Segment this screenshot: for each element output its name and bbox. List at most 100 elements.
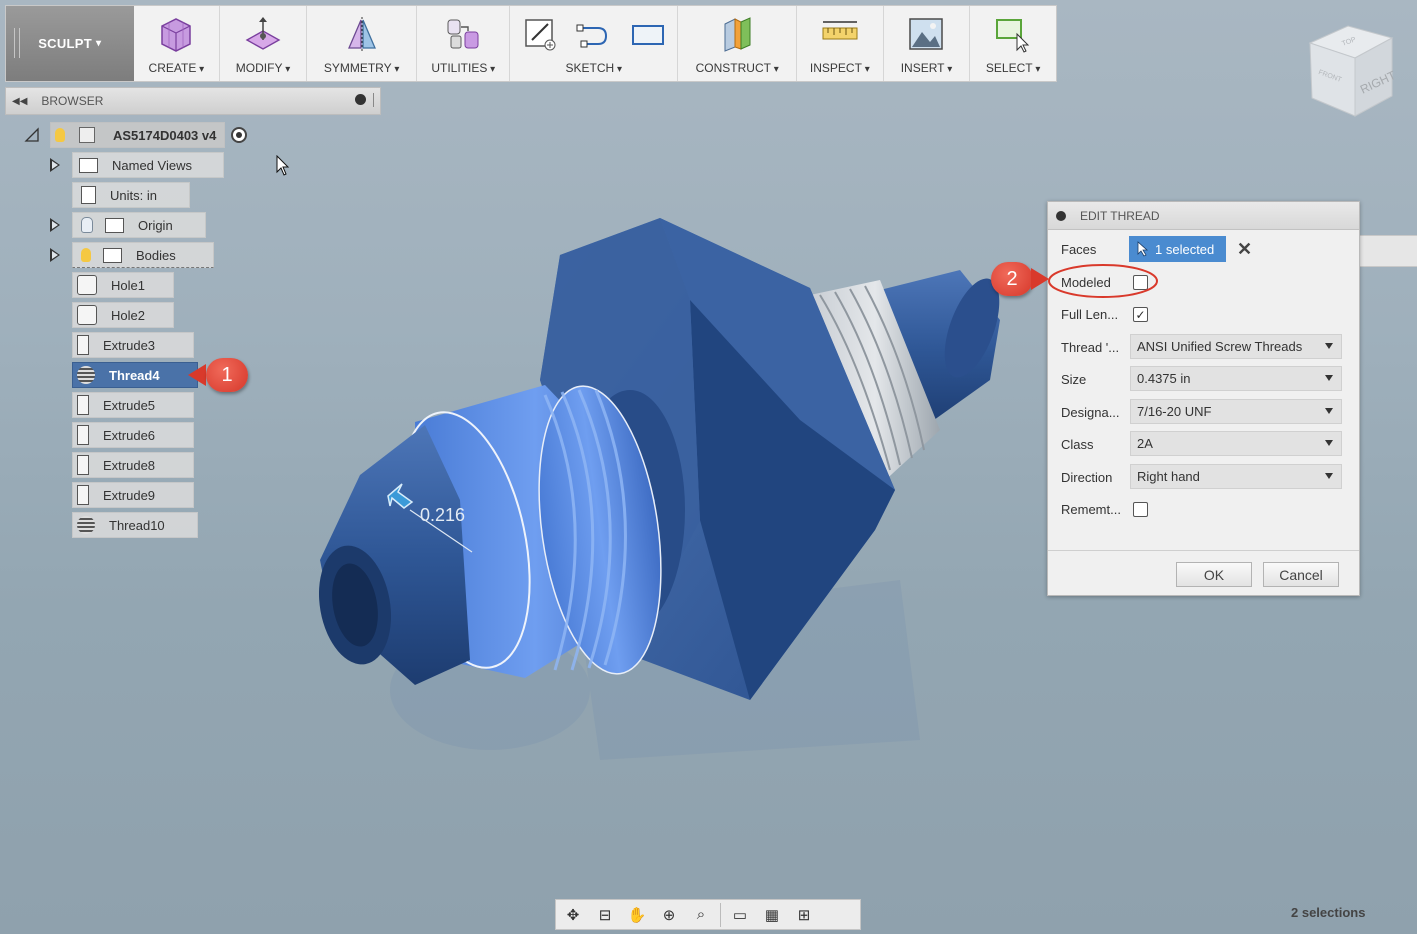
browser-root-row[interactable]: AS5174D0403 v4 [24, 122, 248, 148]
browser-item-label: Extrude8 [103, 457, 156, 473]
size-select[interactable]: 0.4375 in [1130, 366, 1342, 391]
display-settings-icon[interactable]: ▭ [727, 904, 753, 926]
collapse-browser-icon[interactable]: ◀◀ [12, 96, 27, 107]
browser-item-bodies[interactable]: Bodies [72, 242, 214, 268]
extrude-feature-icon [77, 425, 89, 445]
browser-item-extrude9[interactable]: Extrude9 [72, 482, 194, 508]
inspect-menu[interactable]: INSPECT [797, 6, 884, 81]
browser-item-named-views[interactable]: Named Views [72, 152, 224, 178]
callout-pointer-1 [188, 364, 206, 386]
remember-label: Rememt... [1061, 501, 1121, 517]
browser-item-extrude5[interactable]: Extrude5 [72, 392, 194, 418]
extrude-feature-icon [77, 335, 89, 355]
browser-item-label: Hole1 [111, 277, 145, 293]
class-select[interactable]: 2A [1130, 431, 1342, 456]
designation-select[interactable]: 7/16-20 UNF [1130, 399, 1342, 424]
modify-menu[interactable]: MODIFY [220, 6, 307, 81]
browser-item-hole1[interactable]: Hole1 [72, 272, 174, 298]
thread-feature-icon [77, 366, 95, 384]
cancel-button[interactable]: Cancel [1263, 562, 1339, 587]
workspace-switcher-button[interactable]: SCULPT ▾ [6, 6, 134, 81]
thread-type-row: Thread '... ANSI Unified Screw Threads [1048, 332, 1359, 362]
browser-item-units[interactable]: Units: in [72, 182, 190, 208]
navigation-bar: ✥ ⊟ ✋ ⊕ ⌕ ▭ ▦ ⊞ [555, 899, 861, 930]
direction-row: Direction Right hand [1048, 462, 1359, 492]
browser-item-extrude3[interactable]: Extrude3 [72, 332, 194, 358]
size-label: Size [1061, 371, 1087, 387]
lightbulb-off-icon[interactable] [81, 217, 93, 233]
insert-menu[interactable]: INSERT [884, 6, 971, 81]
main-toolbar: SCULPT ▾ CREATE MODIFY SYMMETRY [5, 5, 1057, 82]
zoom-icon[interactable]: ⊕ [656, 904, 682, 926]
mouse-cursor-icon [276, 155, 290, 176]
dialog-collapse-icon[interactable] [1056, 210, 1066, 221]
browser-resize-handle[interactable] [373, 93, 376, 107]
dimension-label[interactable]: 0.216 [420, 505, 465, 525]
grid-settings-icon[interactable]: ▦ [759, 904, 785, 926]
faces-row: Faces 1 selected ✕ [1048, 234, 1359, 264]
full-length-row: Full Len... ✓ [1048, 299, 1359, 329]
expand-bodies-icon[interactable] [50, 248, 60, 262]
view-cube[interactable]: RIGHT FRONT TOP [1300, 18, 1400, 123]
symmetry-menu[interactable]: SYMMETRY [307, 6, 418, 81]
create-label: CREATE [149, 61, 205, 75]
faces-selection-button[interactable]: 1 selected [1129, 236, 1226, 262]
image-icon [909, 18, 944, 50]
remember-row: Rememt... [1048, 494, 1359, 524]
browser-item-extrude6[interactable]: Extrude6 [72, 422, 194, 448]
browser-item-label: Bodies [136, 247, 176, 263]
orbit-icon[interactable]: ✥ [560, 904, 586, 926]
zoom-window-icon[interactable]: ⌕ [688, 904, 714, 926]
folder-icon [79, 157, 98, 173]
activate-radio-icon[interactable] [231, 127, 248, 143]
expand-named-views-icon[interactable] [50, 158, 60, 172]
edit-thread-dialog: EDIT THREAD Faces 1 selected ✕ Modeled F… [1047, 201, 1360, 596]
select-icon [996, 19, 1030, 53]
sketch-line-icon [576, 24, 607, 48]
utilities-menu[interactable]: UTILITIES [417, 6, 511, 81]
utilities-icon [447, 19, 479, 49]
modify-label: MODIFY [236, 61, 290, 75]
full-length-checkbox[interactable]: ✓ [1133, 307, 1148, 322]
lightbulb-icon[interactable] [55, 128, 65, 142]
callout-1: 1 [206, 358, 248, 392]
thread-type-select[interactable]: ANSI Unified Screw Threads [1130, 334, 1342, 359]
hole-feature-icon [77, 275, 97, 295]
browser-item-origin[interactable]: Origin [72, 212, 206, 238]
select-menu[interactable]: SELECT [970, 6, 1056, 81]
select-arrow-icon [1137, 241, 1149, 257]
browser-root-node[interactable]: AS5174D0403 v4 [50, 122, 226, 148]
lightbulb-icon[interactable] [81, 248, 91, 262]
dialog-footer-divider [1048, 550, 1359, 551]
collapse-triangle-icon[interactable] [24, 127, 40, 143]
model-viewport[interactable]: 0.216 [300, 200, 1020, 760]
browser-item-thread10[interactable]: Thread10 [72, 512, 198, 538]
look-at-icon[interactable]: ⊟ [592, 904, 618, 926]
pan-hand-icon[interactable]: ✋ [624, 904, 650, 926]
browser-item-thread4[interactable]: Thread4 [72, 362, 198, 388]
document-icon [81, 186, 96, 204]
browser-item-label: Thread4 [109, 367, 160, 383]
extrude-feature-icon [77, 395, 89, 415]
browser-item-label: Extrude6 [103, 427, 156, 443]
browser-item-extrude8[interactable]: Extrude8 [72, 452, 194, 478]
direction-select[interactable]: Right hand [1130, 464, 1342, 489]
root-component-label: AS5174D0403 v4 [113, 127, 217, 143]
clear-selection-icon[interactable]: ✕ [1237, 239, 1252, 260]
direction-label: Direction [1061, 469, 1113, 485]
browser-item-hole2[interactable]: Hole2 [72, 302, 174, 328]
expand-origin-icon[interactable] [50, 218, 60, 232]
sketch-menu[interactable]: SKETCH [510, 6, 679, 81]
browser-pin-icon[interactable] [355, 94, 366, 105]
construct-menu[interactable]: CONSTRUCT [678, 6, 797, 81]
create-menu[interactable]: CREATE [134, 6, 221, 81]
viewports-icon[interactable]: ⊞ [791, 904, 817, 926]
remember-checkbox[interactable] [1133, 502, 1148, 517]
ruler-icon [822, 21, 858, 40]
dialog-title-bar[interactable]: EDIT THREAD [1048, 202, 1359, 230]
ok-button[interactable]: OK [1176, 562, 1252, 587]
browser-header[interactable]: ◀◀ BROWSER [5, 87, 381, 115]
browser-item-label: Units: in [110, 187, 157, 203]
symmetry-label: SYMMETRY [324, 61, 400, 75]
thread-type-label: Thread '... [1061, 339, 1120, 355]
